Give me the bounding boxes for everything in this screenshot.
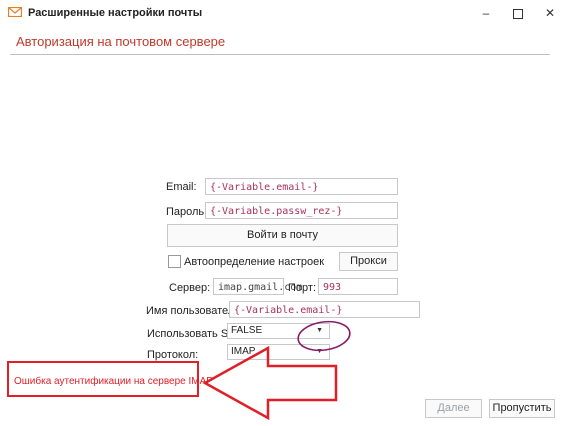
annotation-arrow [202, 345, 338, 421]
error-message: Ошибка аутентификации на сервере IMAP [14, 376, 213, 387]
next-button[interactable]: Далее [425, 399, 482, 418]
annotation-circle [297, 320, 351, 352]
skip-button[interactable]: Пропустить [489, 399, 555, 418]
